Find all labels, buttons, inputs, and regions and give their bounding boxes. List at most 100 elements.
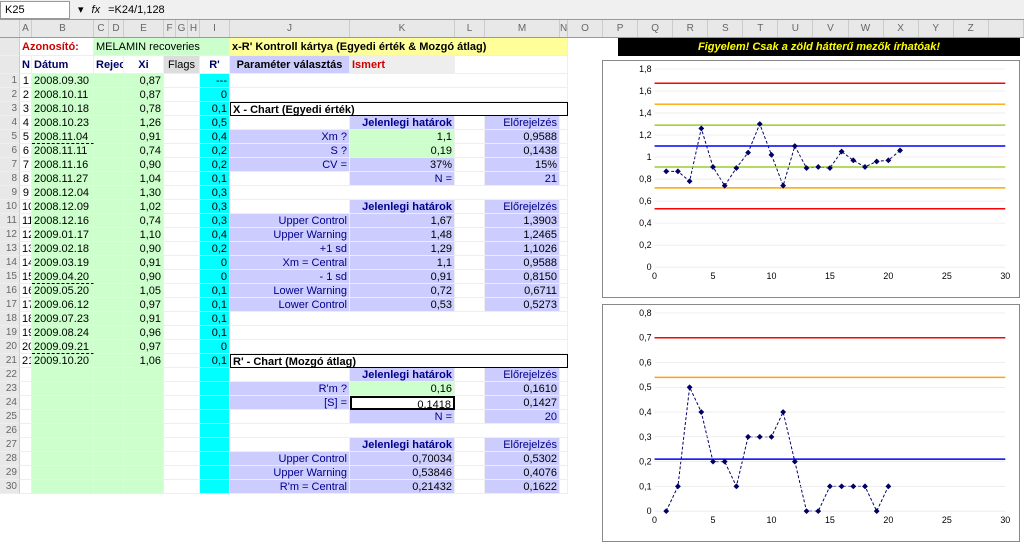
panel-label[interactable]: Lower Warning [230,284,350,298]
cell-n[interactable]: 14 [20,256,32,270]
cell-flags[interactable] [164,340,200,354]
cell-date[interactable]: 2008.11.16 [32,158,94,172]
panel-forecast[interactable]: 1,2465 [485,228,560,242]
row-header[interactable] [0,56,20,74]
panel-value[interactable]: 0,19 [350,144,455,158]
cell-r[interactable]: 0,1 [200,354,230,368]
cell-date[interactable]: 2009.06.12 [32,298,94,312]
cell[interactable] [200,452,230,466]
col-header-V[interactable]: V [813,20,848,37]
cell-n[interactable]: 11 [20,214,32,228]
cell-rejec[interactable] [94,354,124,368]
panel-label[interactable]: CV = [230,158,350,172]
cell[interactable] [200,396,230,410]
name-box[interactable]: K25 [0,1,70,19]
cell-flags[interactable] [164,228,200,242]
cell-n[interactable]: 19 [20,326,32,340]
panel-label[interactable] [230,438,350,452]
cell-date[interactable]: 2009.03.19 [32,256,94,270]
panel-forecast[interactable]: 0,1438 [485,144,560,158]
cell-r[interactable]: 0,4 [200,228,230,242]
blank[interactable] [230,88,568,102]
cell-rejec[interactable] [94,284,124,298]
cell-date[interactable]: 2008.12.09 [32,200,94,214]
row-header[interactable]: 22 [0,368,20,382]
cell-flags[interactable] [164,102,200,116]
panel-value[interactable]: 0,72 [350,284,455,298]
cell-rejec[interactable] [94,200,124,214]
row-header[interactable]: 29 [0,466,20,480]
cell-xi[interactable]: 1,26 [124,116,164,130]
cell-rejec[interactable] [94,144,124,158]
cell-rejec[interactable] [94,130,124,144]
panel-value[interactable]: 1,29 [350,242,455,256]
cell-date[interactable]: 2009.05.20 [32,284,94,298]
cell-r[interactable]: 0,1 [200,326,230,340]
panel-label[interactable] [230,116,350,130]
panel-label[interactable]: R'm ? [230,382,350,396]
panel-label[interactable]: +1 sd [230,242,350,256]
col-header-U[interactable]: U [778,20,813,37]
cell-rejec[interactable] [94,102,124,116]
panel-value[interactable]: 1,48 [350,228,455,242]
panel-value[interactable]: 1,1 [350,256,455,270]
panel-label[interactable]: [S] = [230,396,350,410]
cell-xi[interactable]: 0,91 [124,256,164,270]
row-header[interactable]: 9 [0,186,20,200]
cell-flags[interactable] [164,214,200,228]
cell[interactable] [32,480,94,494]
panel-label[interactable] [230,368,350,382]
panel-value[interactable]: N = [350,410,455,424]
cell-rejec[interactable] [94,214,124,228]
cell[interactable] [20,396,32,410]
cell[interactable] [32,438,94,452]
cell-date[interactable]: 2008.09.30 [32,74,94,88]
formula-input[interactable]: =K24/1,128 [104,2,1024,18]
cell[interactable] [164,410,200,424]
cell[interactable] [124,368,164,382]
row-header[interactable]: 5 [0,130,20,144]
cell-date[interactable]: 2009.09.21 [32,340,94,354]
cell-flags[interactable] [164,256,200,270]
cell[interactable] [20,410,32,424]
cell[interactable] [124,480,164,494]
cell[interactable] [200,424,230,438]
row-header[interactable]: 13 [0,242,20,256]
cell-n[interactable]: 2 [20,88,32,102]
cell-n[interactable]: 18 [20,312,32,326]
row-header[interactable]: 23 [0,382,20,396]
cell-flags[interactable] [164,326,200,340]
cell-flags[interactable] [164,242,200,256]
cell-flags[interactable] [164,130,200,144]
cell-n[interactable]: 3 [20,102,32,116]
cell-date[interactable]: 2008.11.27 [32,172,94,186]
row-header[interactable]: 2 [0,88,20,102]
cell[interactable] [200,480,230,494]
cell-date[interactable]: 2008.10.11 [32,88,94,102]
cell-n[interactable]: 16 [20,284,32,298]
cell[interactable] [32,452,94,466]
cell-xi[interactable]: 0,90 [124,242,164,256]
cell-rejec[interactable] [94,74,124,88]
cell[interactable] [164,424,200,438]
cell-n[interactable]: 20 [20,340,32,354]
row-header[interactable]: 6 [0,144,20,158]
cell-r[interactable]: 0,1 [200,102,230,116]
col-header-M[interactable]: M [485,20,560,37]
cell-date[interactable]: 2008.12.16 [32,214,94,228]
row-header[interactable]: 16 [0,284,20,298]
cell-flags[interactable] [164,172,200,186]
col-header-F[interactable]: F [164,20,176,37]
row-header[interactable]: 18 [0,312,20,326]
cell-xi[interactable]: 0,90 [124,158,164,172]
col-header-K[interactable]: K [350,20,455,37]
cell-rejec[interactable] [94,186,124,200]
cell-flags[interactable] [164,298,200,312]
cell-n[interactable]: 10 [20,200,32,214]
cell-date[interactable]: 2009.04.20 [32,270,94,284]
panel-forecast[interactable]: 0,1427 [485,396,560,410]
cell[interactable] [94,438,124,452]
row-header[interactable]: 20 [0,340,20,354]
cell-r[interactable]: 0,1 [200,172,230,186]
panel-value[interactable]: 0,53 [350,298,455,312]
